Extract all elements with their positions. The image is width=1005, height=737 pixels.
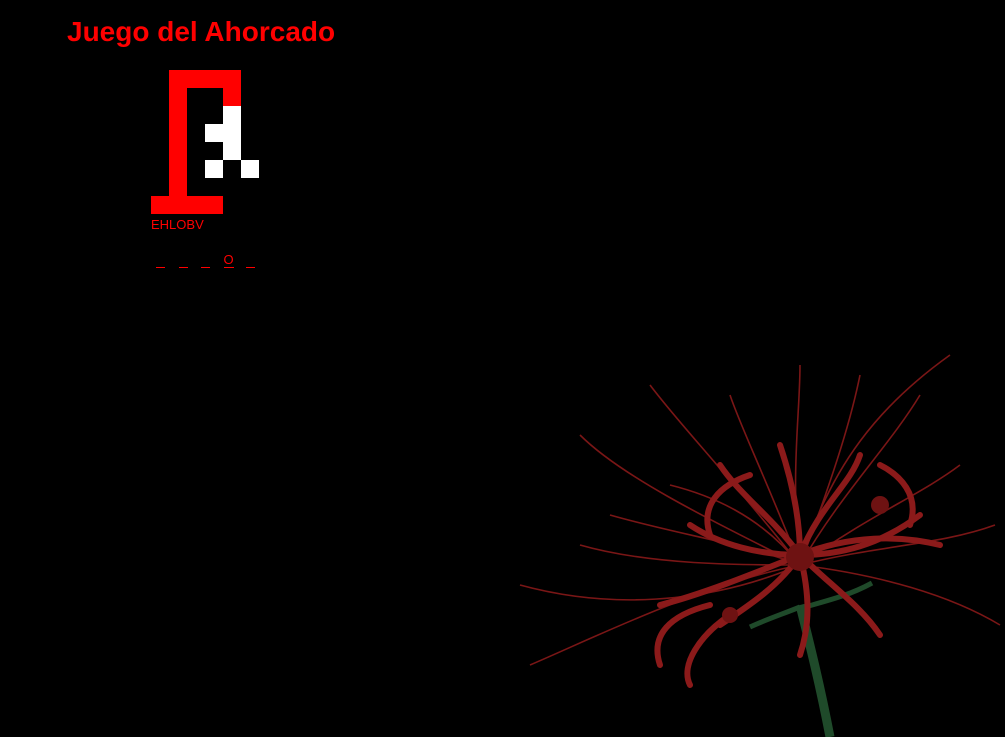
gallows-base	[151, 196, 169, 214]
gallows-block	[169, 88, 187, 106]
letter-slot	[246, 250, 269, 268]
figure-leg	[241, 160, 259, 178]
figure-body	[223, 142, 241, 160]
gallows-block	[205, 70, 223, 88]
letter-slot	[156, 250, 179, 268]
word-display: O	[156, 250, 269, 268]
hangman-gallows-icon	[151, 70, 259, 214]
gallows-block	[169, 178, 187, 196]
gallows-block	[169, 160, 187, 178]
gallows-block	[169, 142, 187, 160]
gallows-block	[169, 106, 187, 124]
figure-body	[223, 124, 241, 142]
gallows-block	[169, 70, 187, 88]
gallows-base	[205, 196, 223, 214]
gallows-block	[169, 124, 187, 142]
letter-slot: O	[223, 250, 247, 268]
letter-slot	[178, 250, 202, 268]
red-spider-lily-image	[519, 354, 1001, 737]
letter-slot-char	[178, 267, 188, 268]
letter-slot-char	[156, 267, 165, 268]
letter-slot-char: O	[223, 252, 234, 268]
gallows-base	[169, 196, 187, 214]
game-title: Juego del Ahorcado	[67, 16, 336, 47]
letter-slot-char	[246, 267, 255, 268]
figure-head	[223, 106, 241, 124]
letter-slot	[201, 250, 224, 268]
gallows-block	[187, 70, 205, 88]
letter-slot-char	[201, 267, 210, 268]
used-letters: EHLOBV	[151, 217, 204, 232]
figure-arm	[205, 124, 223, 142]
gallows-block	[223, 70, 241, 88]
figure-leg	[205, 160, 223, 178]
gallows-rope	[223, 88, 241, 106]
gallows-base	[187, 196, 205, 214]
